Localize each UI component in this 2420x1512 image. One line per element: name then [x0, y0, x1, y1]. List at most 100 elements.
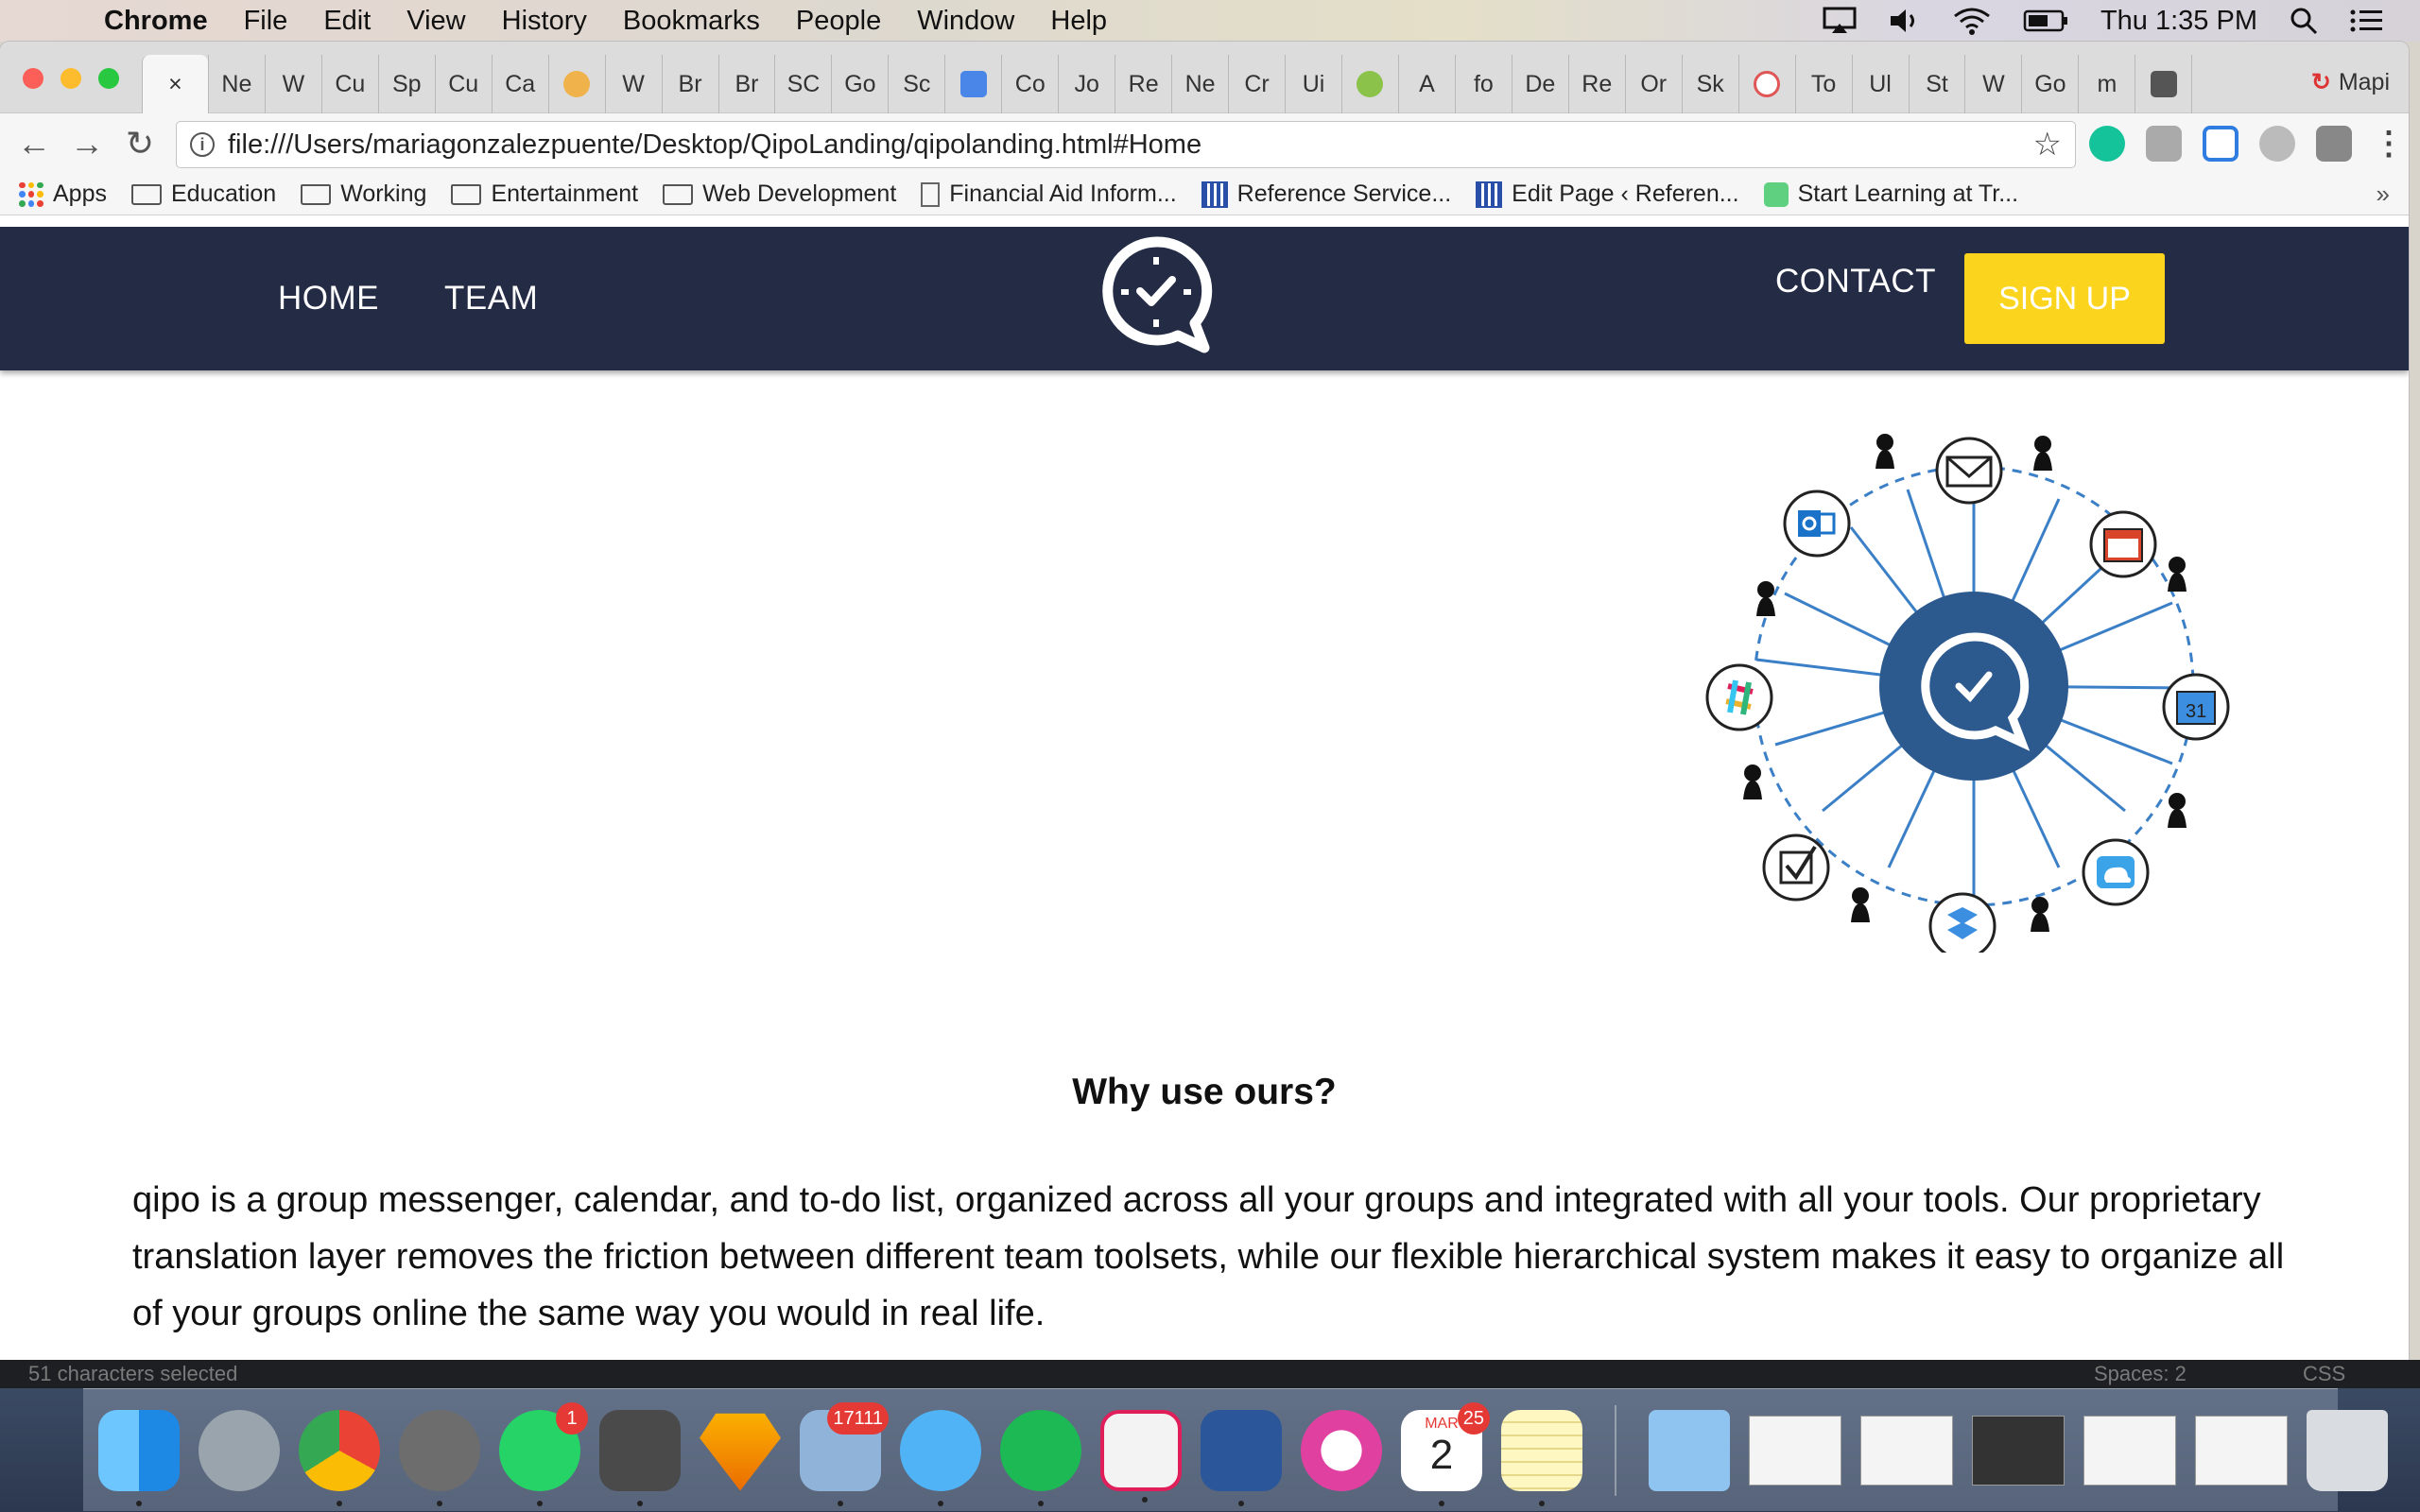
tab[interactable]: m [2078, 55, 2135, 113]
menu-bookmarks[interactable]: Bookmarks [623, 6, 760, 37]
tab[interactable]: St [1908, 55, 1965, 113]
reload-icon[interactable]: ↻ [113, 124, 166, 163]
slack-icon[interactable] [1100, 1409, 1182, 1503]
tab[interactable]: Sp [377, 55, 435, 113]
tab[interactable]: Cr [1228, 55, 1285, 113]
sublime-text-icon[interactable] [599, 1409, 681, 1506]
bookmark-folder-working[interactable]: Working [301, 180, 426, 208]
signup-button[interactable]: SIGN UP [1964, 253, 2165, 344]
menu-people[interactable]: People [796, 6, 881, 37]
sketch-icon[interactable] [700, 1413, 781, 1491]
menubar-clock[interactable]: Thu 1:35 PM [2100, 6, 2257, 37]
chrome-icon[interactable] [299, 1409, 380, 1506]
syntax-status[interactable]: CSS [2303, 1362, 2345, 1386]
tab[interactable]: Jo [1058, 55, 1115, 113]
tab[interactable]: W [604, 55, 662, 113]
tab[interactable]: Ne [1171, 55, 1228, 113]
bookmark-star-icon[interactable]: ☆ [2033, 126, 2062, 163]
tab[interactable] [547, 55, 605, 113]
tab[interactable]: Br [661, 55, 718, 113]
zoom-window-button[interactable] [98, 68, 119, 89]
tab[interactable]: Or [1624, 55, 1682, 113]
bookmark-reference-service[interactable]: Reference Service... [1201, 180, 1451, 208]
battery-icon[interactable] [2023, 9, 2068, 33]
tab[interactable]: Ne [207, 55, 265, 113]
menu-view[interactable]: View [406, 6, 465, 37]
briefcase-extension-icon[interactable] [2316, 126, 2352, 162]
menu-window[interactable]: Window [917, 6, 1014, 37]
tab[interactable]: Sk [1681, 55, 1738, 113]
minimize-window-button[interactable] [60, 68, 81, 89]
tab[interactable]: Go [831, 55, 888, 113]
tab[interactable]: Re [1567, 55, 1625, 113]
tab[interactable]: W [1964, 55, 2021, 113]
nav-home-link[interactable]: HOME [278, 280, 379, 318]
mail-icon[interactable]: 17111 [800, 1401, 889, 1506]
tab[interactable]: Cu [434, 55, 492, 113]
tab[interactable]: SC [774, 55, 831, 113]
minimized-window-thumbnail[interactable] [2083, 1415, 2176, 1486]
tab[interactable] [1737, 55, 1795, 113]
y-extension-icon[interactable] [2259, 126, 2295, 162]
nav-contact-link[interactable]: CONTACT [1775, 263, 1936, 301]
bookmarks-overflow-button[interactable]: » [2377, 180, 2390, 209]
window-extension-icon[interactable] [2203, 126, 2238, 162]
address-bar[interactable]: i file:///Users/mariagonzalezpuente/Desk… [176, 121, 2076, 168]
notification-center-icon[interactable] [2350, 9, 2382, 33]
indentation-status[interactable]: Spaces: 2 [2094, 1362, 2187, 1386]
tab[interactable]: A [1397, 55, 1455, 113]
tab[interactable]: Cu [320, 55, 378, 113]
tab-active[interactable]: × [142, 55, 208, 113]
new-tab-button[interactable] [2191, 55, 2267, 113]
profile-button[interactable]: ↻ Mapi [2311, 68, 2390, 96]
menu-help[interactable]: Help [1050, 6, 1107, 37]
tab[interactable]: Ui [1285, 55, 1341, 113]
bookmark-apps[interactable]: Apps [19, 180, 107, 208]
close-window-button[interactable] [23, 68, 43, 89]
minimized-window-thumbnail[interactable] [1749, 1415, 1841, 1486]
trash-icon[interactable] [2307, 1409, 2388, 1491]
nav-team-link[interactable]: TEAM [444, 280, 538, 318]
font-extension-icon[interactable] [2146, 126, 2182, 162]
spotify-icon[interactable] [1000, 1409, 1081, 1506]
finder-icon[interactable] [98, 1409, 180, 1506]
messages-icon[interactable] [900, 1409, 981, 1506]
system-preferences-icon[interactable] [399, 1409, 480, 1506]
tab[interactable]: fo [1454, 55, 1512, 113]
minimized-window-thumbnail[interactable] [1860, 1415, 1953, 1486]
tab[interactable]: Sc [888, 55, 944, 113]
tab[interactable] [944, 55, 1001, 113]
menu-history[interactable]: History [502, 6, 587, 37]
site-info-icon[interactable]: i [190, 132, 215, 157]
volume-icon[interactable] [1889, 7, 1921, 35]
whatsapp-icon[interactable]: 1 [499, 1401, 588, 1506]
notes-icon[interactable] [1501, 1409, 1582, 1506]
tab[interactable] [1341, 55, 1398, 113]
tab[interactable]: Re [1115, 55, 1171, 113]
itunes-icon[interactable] [1301, 1409, 1382, 1491]
spotlight-search-icon[interactable] [2290, 7, 2318, 35]
bookmark-folder-entertainment[interactable]: Entertainment [451, 180, 638, 208]
tab[interactable]: Br [717, 55, 775, 113]
menu-edit[interactable]: Edit [323, 6, 371, 37]
forward-icon[interactable]: → [60, 124, 113, 163]
grammarly-extension-icon[interactable] [2089, 126, 2125, 162]
minimized-window-thumbnail[interactable] [2195, 1415, 2288, 1486]
chrome-menu-icon[interactable]: ⋮ [2373, 125, 2405, 163]
tab[interactable]: Go [2021, 55, 2078, 113]
tab[interactable]: W [264, 55, 321, 113]
qipo-logo-icon[interactable] [1097, 232, 1216, 355]
bookmark-folder-education[interactable]: Education [130, 180, 276, 208]
tab[interactable]: De [1511, 55, 1568, 113]
bookmark-edit-page[interactable]: Edit Page ‹ Referen... [1476, 180, 1739, 208]
tab[interactable] [2135, 55, 2191, 113]
launchpad-icon[interactable] [199, 1409, 280, 1491]
bookmark-financial-aid[interactable]: Financial Aid Inform... [921, 180, 1177, 208]
url-text[interactable]: file:///Users/mariagonzalezpuente/Deskto… [228, 129, 1201, 161]
calendar-icon[interactable]: MAR 2 25 [1401, 1401, 1490, 1506]
back-icon[interactable]: ← [8, 124, 60, 163]
tab[interactable]: Ca [491, 55, 548, 113]
bookmark-folder-web-development[interactable]: Web Development [663, 180, 896, 208]
tab[interactable]: Co [1001, 55, 1058, 113]
documents-folder-icon[interactable] [1649, 1409, 1730, 1491]
